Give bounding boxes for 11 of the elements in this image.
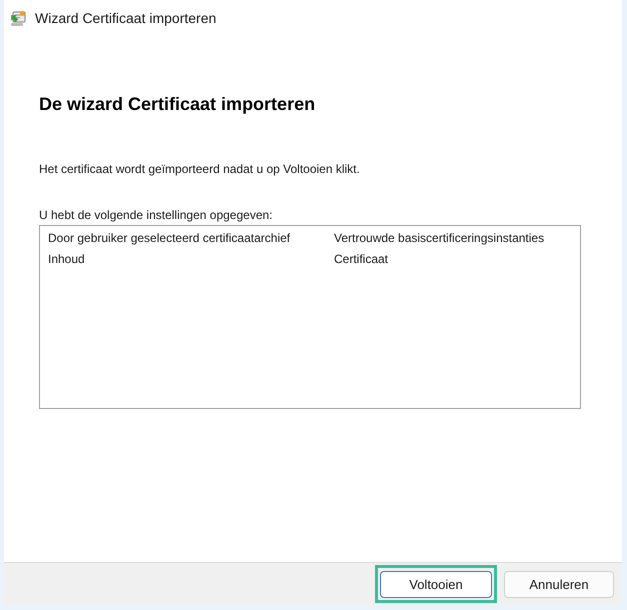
setting-value: Certificaat [334, 251, 388, 267]
finish-button[interactable]: Voltooien [380, 571, 492, 598]
setting-value: Vertrouwde basiscertificeringsinstanties [334, 230, 544, 246]
setting-name: Door gebruiker geselecteerd certificaatarchief [48, 230, 290, 246]
window-title: Wizard Certificaat importeren [35, 10, 216, 26]
settings-label: U hebt de volgende instellingen opgegeven: [39, 207, 274, 223]
setting-name: Inhoud [48, 251, 85, 267]
certificate-import-icon [9, 9, 27, 27]
wizard-heading: De wizard Certificaat importeren [39, 93, 316, 116]
completion-message: Het certificaat wordt geïmporteerd nadat u op Voltooien klikt. [39, 161, 361, 177]
cancel-button[interactable]: Annuleren [504, 571, 614, 598]
